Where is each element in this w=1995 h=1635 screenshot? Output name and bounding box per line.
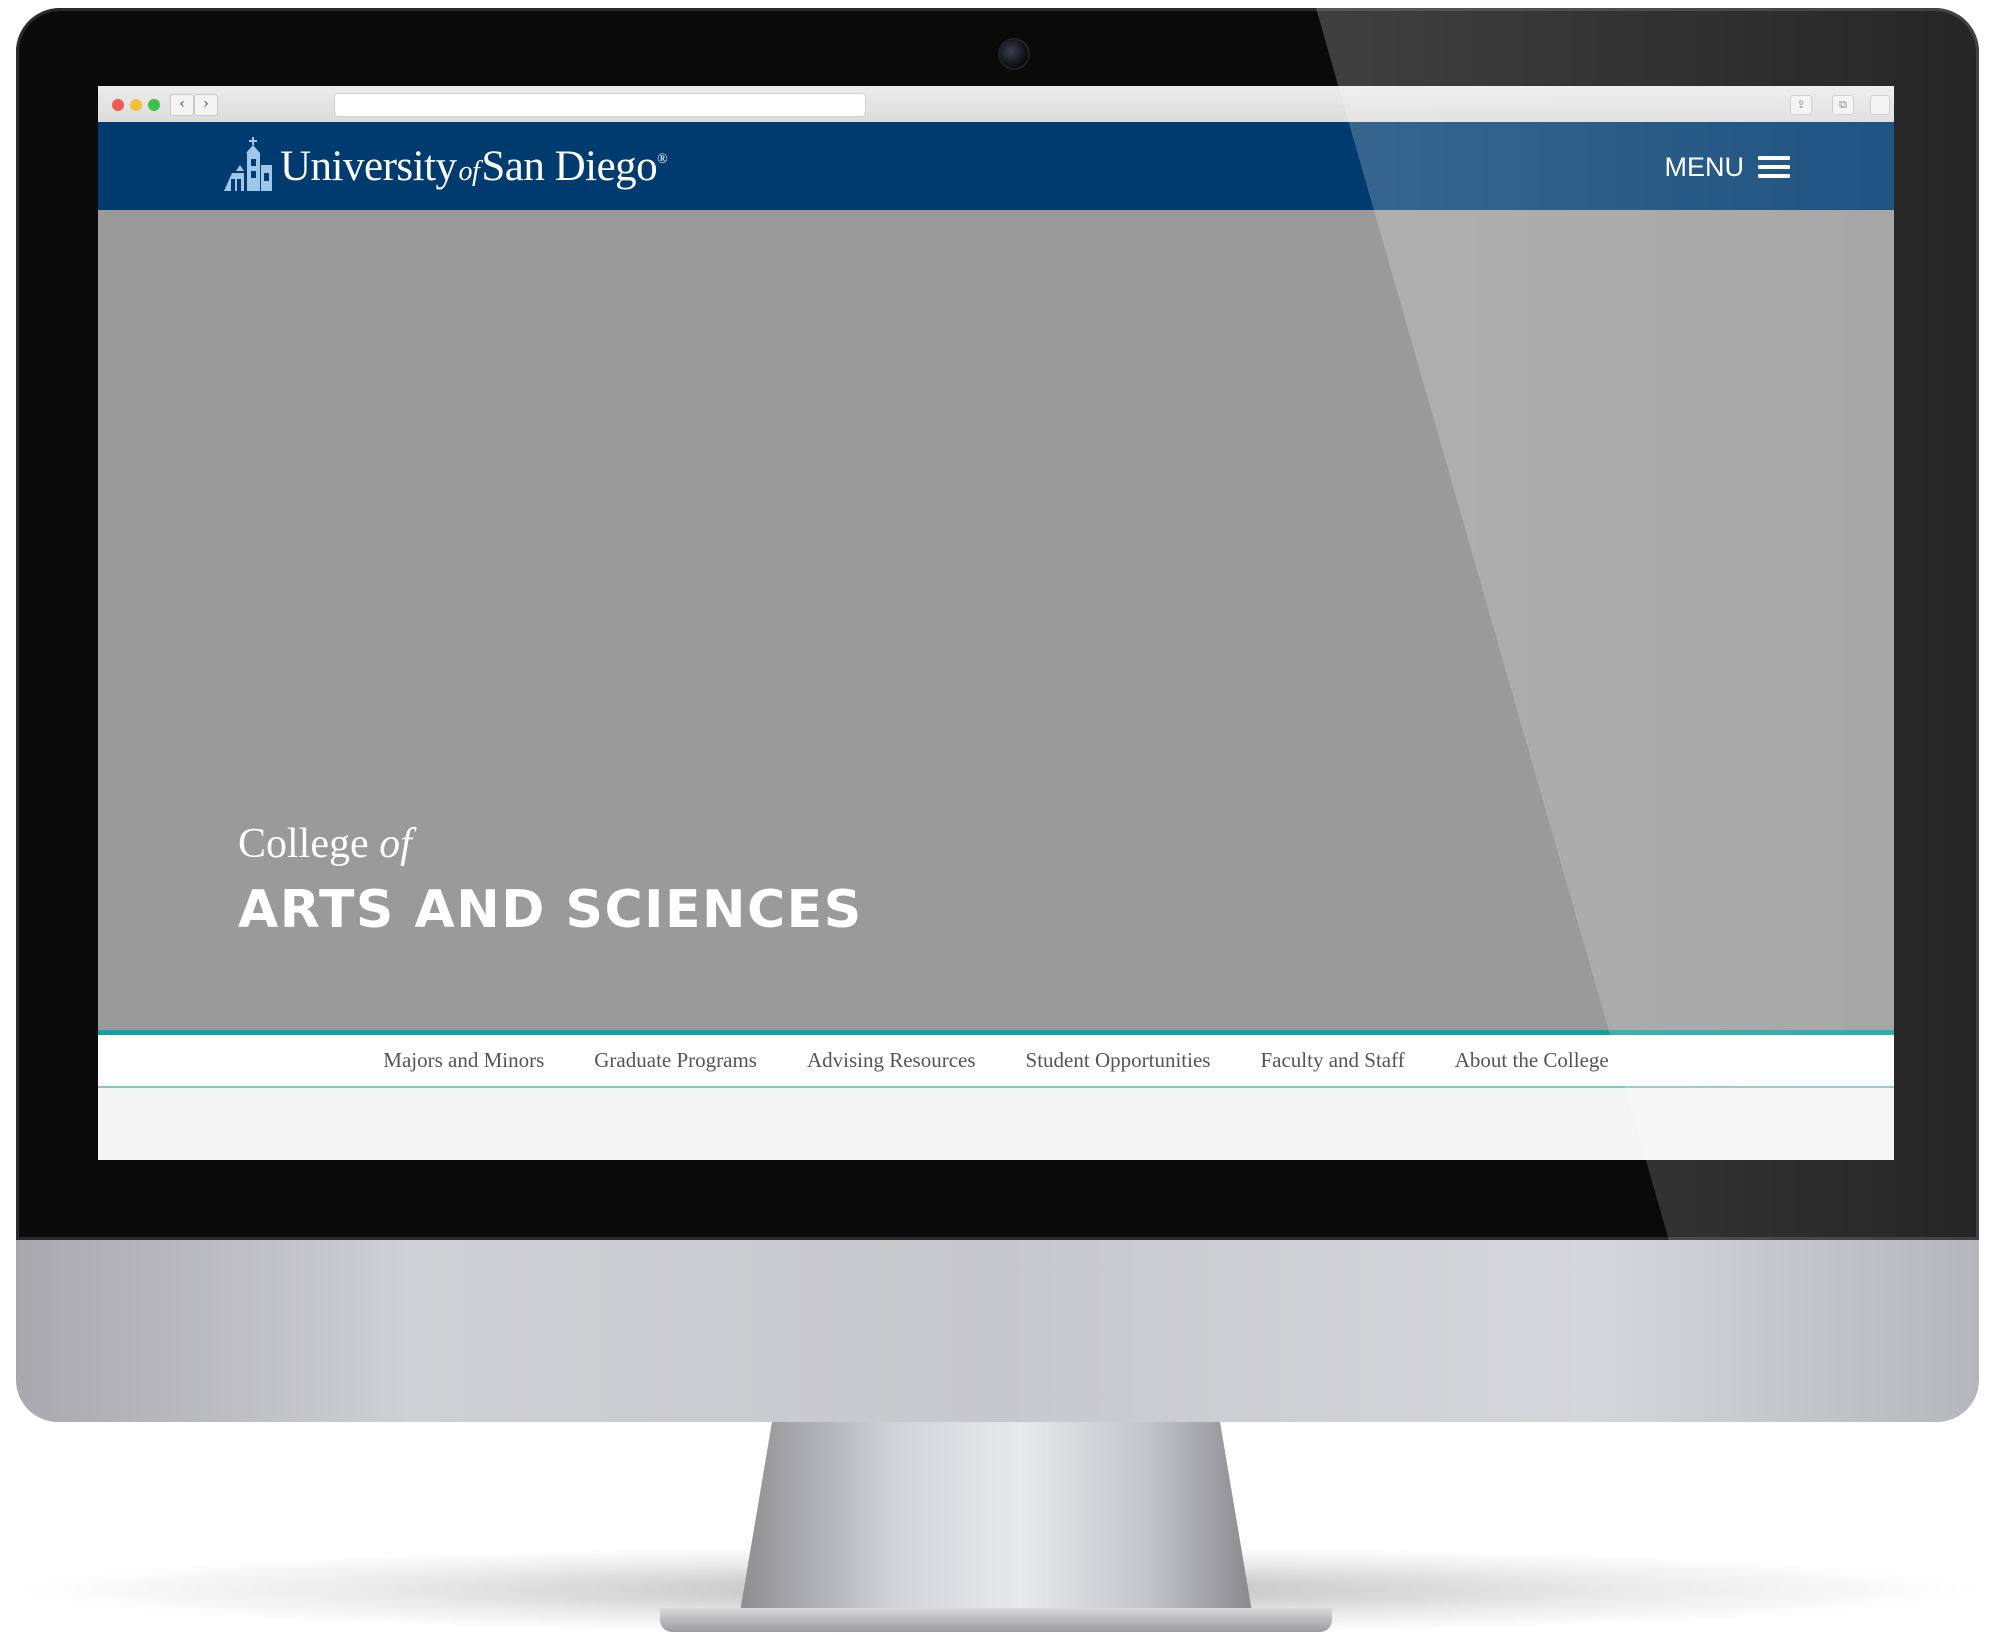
monitor-stand: [740, 1422, 1252, 1612]
site-header: UniversityofSan Diego® MENU: [98, 122, 1894, 210]
share-icon[interactable]: ⇪: [1790, 95, 1812, 115]
subnav-graduate-programs[interactable]: Graduate Programs: [594, 1048, 757, 1073]
page-content-area: [98, 1088, 1894, 1160]
forward-button[interactable]: ›: [194, 94, 218, 116]
monitor-chin: [16, 1240, 1979, 1422]
subnav-advising-resources[interactable]: Advising Resources: [807, 1048, 976, 1073]
logo-of: of: [458, 155, 480, 187]
mission-tower-icon: [224, 137, 272, 191]
hero-banner: College of ARTS AND SCIENCES: [98, 210, 1894, 1030]
webcam-icon: [998, 38, 1030, 70]
menu-label: MENU: [1664, 151, 1745, 182]
registered-mark: ®: [657, 151, 668, 167]
section-navigation: Majors and Minors Graduate Programs Advi…: [98, 1030, 1894, 1088]
subnav-about-the-college[interactable]: About the College: [1455, 1048, 1609, 1073]
browser-toolbar: ‹ › ⇪ ⧉: [98, 86, 1894, 123]
monitor-stand-base: [660, 1608, 1332, 1632]
logo-wordmark: UniversityofSan Diego®: [280, 142, 668, 191]
menu-button[interactable]: MENU: [1664, 151, 1790, 182]
browser-window: ‹ › ⇪ ⧉ UniversityofSan Diego® MENU Coll…: [98, 86, 1894, 1160]
close-window-button[interactable]: [112, 99, 124, 111]
subnav-majors-and-minors[interactable]: Majors and Minors: [383, 1048, 544, 1073]
hero-college-prefix: College: [238, 821, 380, 867]
maximize-window-button[interactable]: [148, 99, 160, 111]
address-bar[interactable]: [334, 93, 866, 117]
tabs-icon[interactable]: ⧉: [1832, 95, 1854, 115]
minimize-window-button[interactable]: [130, 99, 142, 111]
hero-college-of: of: [379, 821, 412, 867]
logo-university: University: [280, 142, 457, 190]
university-logo[interactable]: UniversityofSan Diego®: [222, 134, 668, 198]
hero-title: ARTS AND SCIENCES: [238, 880, 863, 940]
hero-college-label: College of: [238, 820, 412, 868]
back-button[interactable]: ‹: [170, 94, 194, 116]
new-tab-button[interactable]: [1870, 95, 1890, 115]
subnav-student-opportunities[interactable]: Student Opportunities: [1026, 1048, 1211, 1073]
hamburger-icon: [1758, 155, 1790, 179]
subnav-faculty-and-staff[interactable]: Faculty and Staff: [1260, 1048, 1404, 1073]
logo-san-diego: San Diego: [481, 142, 658, 190]
